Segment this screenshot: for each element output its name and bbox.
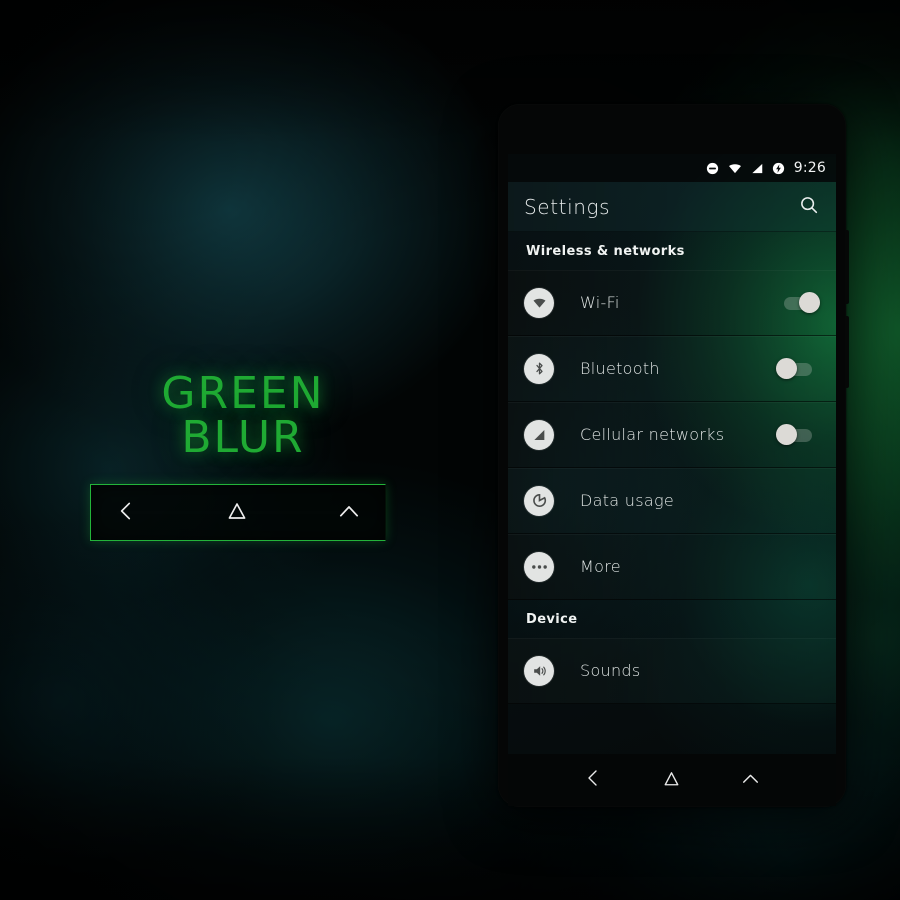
navbar-preview bbox=[90, 484, 386, 541]
list-item-more[interactable]: More bbox=[508, 534, 836, 600]
list-item-data-usage[interactable]: Data usage bbox=[508, 468, 836, 534]
list-item-label: Cellular networks bbox=[580, 425, 725, 444]
phone-mockup: 9:26 Settings Wireless & networks Wi-Fi … bbox=[498, 104, 849, 807]
phone-screen: 9:26 Settings Wireless & networks Wi-Fi … bbox=[508, 154, 836, 754]
wallpaper-stage: GREEN BLUR 9:26 Settings Wireless & netw… bbox=[0, 0, 900, 900]
back-chevron-icon[interactable] bbox=[581, 766, 605, 794]
wifi-toggle[interactable] bbox=[776, 291, 820, 314]
toggle-knob bbox=[776, 423, 797, 445]
wifi-icon bbox=[727, 161, 743, 176]
list-item-label: Wi-Fi bbox=[580, 293, 620, 312]
data-usage-icon bbox=[524, 485, 554, 516]
wifi-icon bbox=[524, 287, 554, 318]
page-title: GREEN BLUR bbox=[161, 368, 325, 463]
list-item-bluetooth[interactable]: Bluetooth bbox=[508, 336, 836, 402]
volume-button[interactable] bbox=[845, 316, 849, 388]
list-item-cellular-networks[interactable]: Cellular networks bbox=[508, 402, 836, 468]
theme-brand-block: GREEN BLUR bbox=[90, 372, 390, 541]
home-triangle-icon[interactable] bbox=[223, 497, 251, 529]
action-bar: Settings bbox=[508, 182, 836, 232]
recents-caret-icon[interactable] bbox=[738, 766, 763, 795]
status-bar: 9:26 bbox=[508, 154, 836, 182]
more-icon bbox=[524, 551, 554, 582]
phone-navigation-bar bbox=[508, 754, 836, 806]
list-item-label: Bluetooth bbox=[580, 359, 660, 378]
toggle-knob bbox=[776, 357, 797, 379]
signal-icon bbox=[524, 419, 554, 450]
app-title: Settings bbox=[524, 194, 611, 219]
list-item-label: Data usage bbox=[580, 491, 675, 510]
search-icon[interactable] bbox=[798, 194, 820, 220]
home-triangle-icon[interactable] bbox=[659, 766, 684, 795]
cellular-networks-toggle[interactable] bbox=[776, 423, 820, 446]
list-item-sounds[interactable]: Sounds bbox=[508, 638, 836, 704]
list-item-label: More bbox=[580, 557, 621, 576]
volume-icon bbox=[524, 655, 554, 686]
list-item-label: Sounds bbox=[580, 661, 641, 680]
section-header-wireless: Wireless & networks bbox=[508, 232, 836, 270]
do-not-disturb-icon bbox=[705, 161, 720, 176]
list-item-wifi[interactable]: Wi-Fi bbox=[508, 270, 836, 336]
toggle-knob bbox=[799, 291, 820, 313]
power-button[interactable] bbox=[845, 230, 849, 304]
cellular-signal-icon bbox=[750, 161, 764, 176]
battery-charging-icon bbox=[771, 161, 786, 176]
bluetooth-icon bbox=[524, 353, 554, 384]
section-header-device: Device bbox=[508, 600, 836, 638]
status-time: 9:26 bbox=[793, 160, 826, 176]
bluetooth-toggle[interactable] bbox=[776, 357, 820, 380]
settings-list[interactable]: Wireless & networks Wi-Fi Bluetooth Cell… bbox=[508, 232, 836, 754]
back-chevron-icon[interactable] bbox=[113, 498, 139, 528]
recents-caret-icon[interactable] bbox=[335, 497, 363, 529]
